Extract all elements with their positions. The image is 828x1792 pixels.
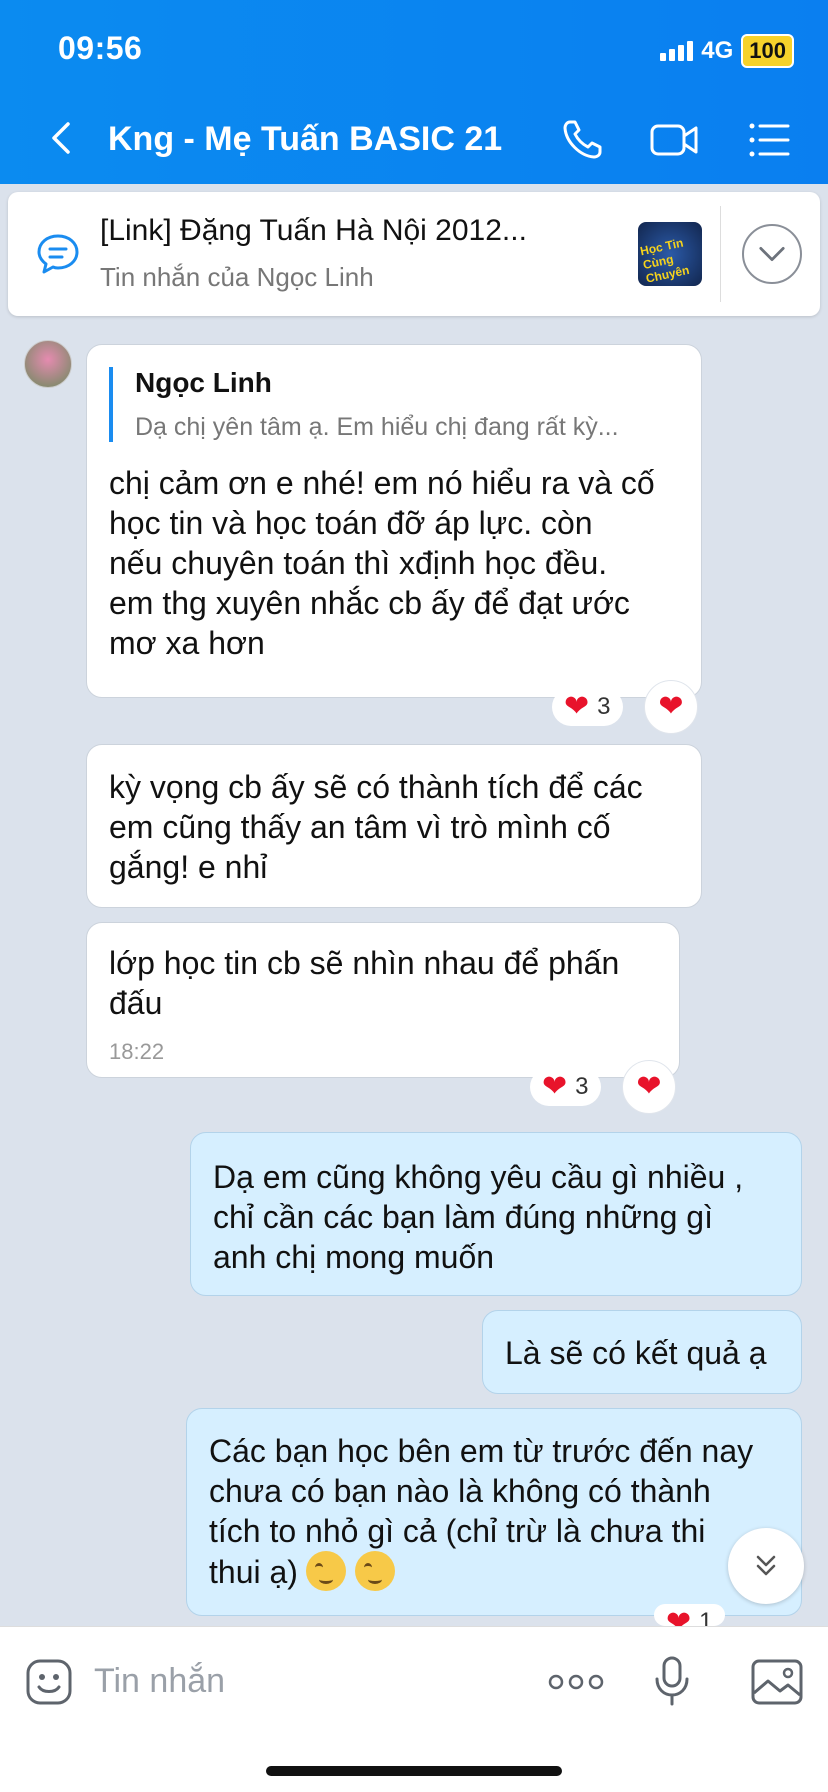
react-button[interactable]: ❤ bbox=[644, 680, 698, 734]
chevron-left-icon[interactable] bbox=[40, 116, 84, 160]
status-bar: 09:56 4G 100 bbox=[0, 0, 828, 100]
reaction-count: 3 bbox=[597, 693, 611, 720]
pinned-message[interactable]: [Link] Đặng Tuấn Hà Nội 2012... Tin nhắn… bbox=[8, 192, 820, 316]
reaction-summary[interactable]: ❤ 3 bbox=[530, 1068, 601, 1106]
message-bubble[interactable]: kỳ vọng cb ấy sẽ có thành tích để các em… bbox=[86, 744, 702, 908]
message-bubble-mine[interactable]: Các bạn học bên em từ trước đến nay chưa… bbox=[186, 1408, 802, 1616]
message-text: kỳ vọng cb ấy sẽ có thành tích để các em… bbox=[109, 769, 643, 885]
thumbnail-logo-text: Học Tin Cùng Chuyên Tin bbox=[638, 235, 691, 286]
react-button[interactable]: ❤ bbox=[622, 1060, 676, 1114]
message-bubble-mine[interactable]: Dạ em cũng không yêu cầu gì nhiều , chỉ … bbox=[190, 1132, 802, 1296]
network-label: 4G bbox=[701, 37, 734, 64]
heart-icon: ❤ bbox=[658, 690, 684, 723]
signal-icon bbox=[660, 41, 694, 61]
divider bbox=[720, 206, 721, 302]
smiling-face-emoji-icon bbox=[354, 1551, 395, 1591]
message-bubble[interactable]: lớp học tin cb sẽ nhìn nhau để phấn đấu … bbox=[86, 922, 680, 1078]
battery-icon: 100 bbox=[741, 34, 794, 68]
chat-title[interactable]: Kng - Mẹ Tuấn BASIC 21 bbox=[108, 120, 502, 159]
home-indicator bbox=[266, 1766, 562, 1776]
scroll-to-bottom-button[interactable] bbox=[728, 1528, 804, 1604]
avatar[interactable] bbox=[24, 340, 72, 388]
sticker-icon[interactable] bbox=[24, 1657, 74, 1707]
message-text: lớp học tin cb sẽ nhìn nhau để phấn đấu bbox=[109, 945, 620, 1021]
chat-bubble-icon bbox=[37, 234, 79, 274]
heart-icon: ❤ bbox=[636, 1070, 662, 1103]
quote-author: Ngọc Linh bbox=[135, 367, 272, 398]
microphone-icon[interactable] bbox=[652, 1655, 692, 1707]
reaction-summary[interactable]: ❤ 3 bbox=[552, 688, 623, 726]
status-indicators: 4G 100 bbox=[660, 34, 794, 68]
heart-icon: ❤ bbox=[564, 690, 590, 723]
reaction-summary[interactable]: ❤ 1 bbox=[654, 1604, 725, 1626]
message-text: Các bạn học bên em từ trước đến nay chưa… bbox=[209, 1433, 754, 1590]
pinned-thumbnail: Học Tin Cùng Chuyên Tin bbox=[638, 222, 702, 286]
message-content: Các bạn học bên em từ trước đến nay chưa… bbox=[209, 1431, 753, 1592]
message-text: Dạ em cũng không yêu cầu gì nhiều , chỉ … bbox=[213, 1159, 744, 1275]
pinned-subtitle: Tin nhắn của Ngọc Linh bbox=[100, 262, 374, 292]
video-camera-icon[interactable] bbox=[648, 116, 700, 164]
reaction-count: 3 bbox=[575, 1073, 589, 1100]
list-menu-icon[interactable] bbox=[746, 116, 794, 164]
heart-icon: ❤ bbox=[542, 1070, 568, 1103]
quote-text: Dạ chị yên tâm ạ. Em hiểu chị đang rất k… bbox=[135, 413, 619, 441]
status-time: 09:56 bbox=[58, 30, 143, 66]
message-input[interactable] bbox=[94, 1653, 514, 1709]
message-bubble[interactable]: Ngọc Linh Dạ chị yên tâm ạ. Em hiểu chị … bbox=[86, 344, 702, 698]
message-text: Là sẽ có kết quả ạ bbox=[505, 1335, 767, 1371]
reply-quote[interactable]: Ngọc Linh Dạ chị yên tâm ạ. Em hiểu chị … bbox=[109, 367, 619, 442]
image-icon[interactable] bbox=[750, 1657, 804, 1707]
chevron-down-icon[interactable] bbox=[742, 224, 802, 284]
double-chevron-down-icon bbox=[756, 1555, 776, 1576]
pinned-title: [Link] Đặng Tuấn Hà Nội 2012... bbox=[100, 214, 527, 247]
more-dots-icon[interactable] bbox=[548, 1667, 604, 1697]
smiling-face-emoji-icon bbox=[306, 1551, 347, 1591]
message-bubble-mine[interactable]: Là sẽ có kết quả ạ bbox=[482, 1310, 802, 1394]
reaction-count: 1 bbox=[699, 1608, 713, 1626]
heart-icon: ❤ bbox=[666, 1606, 692, 1627]
message-time: 18:22 bbox=[109, 1039, 165, 1064]
message-text: chị cảm ơn e nhé! em nó hiểu ra và cố họ… bbox=[109, 465, 655, 661]
phone-icon[interactable] bbox=[558, 116, 606, 164]
chat-header: Kng - Mẹ Tuấn BASIC 21 bbox=[0, 100, 828, 184]
